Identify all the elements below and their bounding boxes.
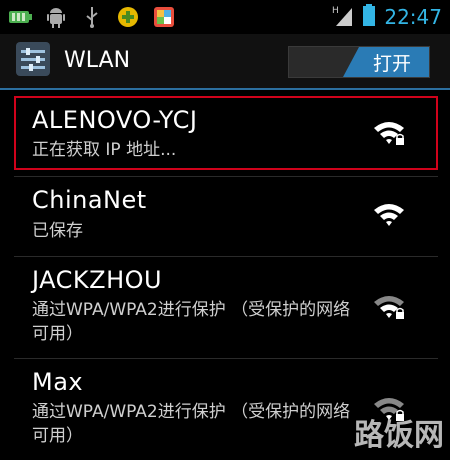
game-icon — [116, 6, 140, 28]
divider — [14, 256, 438, 257]
network-ssid: Max — [32, 368, 84, 396]
toggle-label: 打开 — [372, 52, 411, 75]
action-bar: WLAN 打开 — [0, 34, 450, 90]
watermark: 路饭网 — [354, 418, 444, 453]
network-status: 通过WPA/WPA2进行保护 （受保护的网络可用） — [32, 300, 351, 344]
page-title: WLAN — [64, 48, 131, 73]
network-status: 正在获取 IP 地址... — [32, 140, 177, 160]
status-bar: H 22:47 — [0, 0, 450, 34]
clock: 22:47 — [384, 5, 442, 29]
network-status: 通过WPA/WPA2进行保护 （受保护的网络可用） — [32, 402, 351, 446]
network-ssid: ALENOVO-YCJ — [32, 106, 198, 134]
usb-icon — [80, 6, 104, 28]
system-icons: H 22:47 — [332, 4, 442, 30]
notification-icons — [8, 6, 176, 28]
divider — [14, 176, 438, 177]
wlan-toggle[interactable]: 打开 — [288, 46, 430, 78]
network-item-chinanet[interactable]: ChinaNet 已保存 — [0, 178, 450, 252]
network-item-jackzhou[interactable]: JACKZHOU 通过WPA/WPA2进行保护 （受保护的网络可用） — [0, 258, 450, 354]
wifi-icon — [372, 202, 406, 228]
toggle-on-thumb: 打开 — [343, 47, 429, 77]
wifi-locked-icon — [372, 294, 406, 320]
svg-text:H: H — [332, 6, 339, 16]
wifi-locked-icon — [372, 120, 406, 146]
settings-app-icon[interactable] — [16, 42, 50, 76]
network-item-alenovo-ycj[interactable]: ALENOVO-YCJ 正在获取 IP 地址... — [0, 96, 450, 172]
battery-icon — [8, 6, 32, 28]
battery-full-icon — [362, 4, 376, 30]
signal-icon: H — [332, 4, 354, 30]
android-icon — [44, 6, 68, 28]
divider — [14, 358, 438, 359]
network-ssid: ChinaNet — [32, 186, 147, 214]
store-icon — [152, 6, 176, 28]
network-ssid: JACKZHOU — [32, 266, 163, 294]
network-status: 已保存 — [32, 221, 83, 241]
